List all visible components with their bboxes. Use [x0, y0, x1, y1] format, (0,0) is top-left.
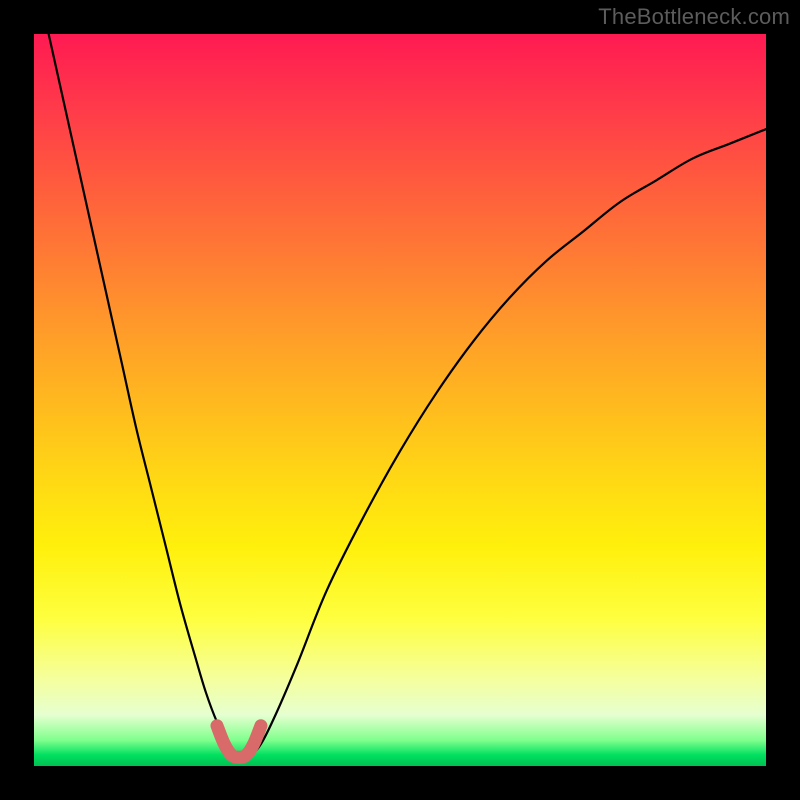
chart-frame — [0, 0, 800, 800]
watermark-text: TheBottleneck.com — [598, 4, 790, 30]
chart-svg — [34, 34, 766, 766]
plot-area — [34, 34, 766, 766]
optimal-zone-highlight — [217, 726, 261, 757]
bottleneck-curve — [49, 34, 766, 757]
